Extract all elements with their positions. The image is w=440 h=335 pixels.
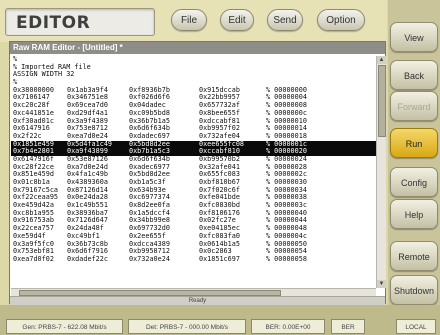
table-row[interactable]: 0xea7d0f02 0xdadef22c 0x732a0e24 0x1851c697… xyxy=(11,254,376,264)
status-bar: Gen: PRBS-7 - 622.08 Mbit/s Det: PRBS-7 … xyxy=(0,305,440,335)
table-row[interactable]: 0xc441851e 0xd29df4a1 0xc09b5bd8 0x8bee655f… xyxy=(11,109,376,118)
detector-status: Det: PRBS-7 - 000.00 Mbit/s xyxy=(128,319,246,334)
edit-button[interactable]: Edit xyxy=(220,9,254,31)
table-row[interactable]: 0xf22ceaa95 0x0e24da28 0xc6977374 0xfe041bd… xyxy=(11,194,376,202)
address-comment: % 00000058 xyxy=(266,254,307,263)
status-text: Ready xyxy=(10,296,385,305)
editor-text-area[interactable]: % % Imported RAM file ASSIGN WIDTH 32 % … xyxy=(11,56,376,288)
scroll-down-icon[interactable]: ▼ xyxy=(377,280,386,288)
table-row[interactable]: 0xf30ad01c 0x3a9f4389 0x36b7b1a5 0xdccabf81… xyxy=(11,117,376,126)
view-button[interactable]: View xyxy=(390,22,438,52)
table-row[interactable]: 0xe459d42a 0x1c49b551 0x8d2ee0fa 0xfc0830bd… xyxy=(11,201,376,210)
table-row[interactable]: 0x916753ab 0x7126d647 0x34bb99e8 0x02fc27e%… xyxy=(11,217,376,225)
ber-indicator: BER xyxy=(331,319,365,334)
table-row[interactable]: 0xc20c28f 0x69cea7d0 0x04dadec 0x657732af% … xyxy=(11,101,376,110)
table-row[interactable]: 0x7b4e2801 0xa9f43899 0xb7b1a5c3 0xccabf810… xyxy=(11,148,376,156)
scroll-thumb[interactable] xyxy=(378,65,386,137)
run-button[interactable]: Run xyxy=(390,128,438,158)
hex-word: 0x1851c697 xyxy=(199,254,240,263)
table-row[interactable]: 0x3a9f5fc0 0x36b73c8b 0xdcca4389 0x0614b1a5… xyxy=(11,240,376,249)
table-row[interactable]: 0x753ebf81 0x6d6f7916 0xb9958712 0x0c2863% … xyxy=(11,247,376,256)
help-button[interactable]: Help xyxy=(390,199,438,229)
sidebar: View Back Forward Run Config Help Remote… xyxy=(388,0,440,335)
table-row[interactable]: 0x6147916 0x753e8712 0x6d6f634b 0xb9957f02%… xyxy=(11,124,376,133)
hex-word: 0xea7d0f02 xyxy=(13,254,54,263)
top-toolbar: EDITOR File Edit Send Option xyxy=(0,0,387,42)
generator-status: Gen: PRBS-7 - 622.08 Mbit/s xyxy=(6,319,123,334)
forward-button[interactable]: Forward xyxy=(390,91,438,121)
vertical-scrollbar[interactable]: ▲ ▼ xyxy=(376,56,386,288)
file-button[interactable]: File xyxy=(171,9,207,31)
back-button[interactable]: Back xyxy=(390,60,438,90)
local-indicator: LOCAL xyxy=(396,319,436,334)
send-button[interactable]: Send xyxy=(267,9,303,31)
config-button[interactable]: Config xyxy=(390,167,438,197)
horizontal-scrollbar[interactable] xyxy=(11,288,376,296)
table-row[interactable]: 0x2f22c 0xea7d0e24 0xdadec697 0x732afe04% 0… xyxy=(11,132,376,141)
option-button[interactable]: Option xyxy=(317,9,365,31)
table-row[interactable]: 0x22cea757 0x24da48f 0x697732d0 0xe04185ec%… xyxy=(11,224,376,233)
table-row[interactable]: 0xc8b1a955 0x38936ba7 0x1a5dccf4 0xf8106176… xyxy=(11,209,376,218)
ber-value: BER: 0.00E+00 xyxy=(251,319,325,334)
table-row[interactable]: 0x7106147 0x346751e8 0xf026d6f6 0x22bb9957%… xyxy=(11,94,376,102)
scroll-up-icon[interactable]: ▲ xyxy=(377,56,386,64)
remote-button[interactable]: Remote xyxy=(390,241,438,271)
table-row[interactable]: 0x6147916f 0x53e87126 0x6d6f634b 0xb99570b2… xyxy=(11,155,376,164)
editor-title: EDITOR xyxy=(5,8,155,36)
panel-title: Raw RAM Editor - [Untitled] * xyxy=(10,42,385,54)
hex-word: 0x732a0e24 xyxy=(129,254,170,263)
table-row[interactable]: 0xc28f22ce 0xa7d0e24d 0xadec6977 0x32afe041… xyxy=(11,163,376,172)
header-line: ASSIGN WIDTH 32 xyxy=(13,70,75,79)
table-row[interactable]: 0x38000000 0x1ab3a9f4 0xf8936b7b 0x915dccab… xyxy=(11,86,376,95)
shutdown-button[interactable]: Shutdown xyxy=(390,275,438,305)
hex-word: 0xdadef22c xyxy=(67,254,108,263)
table-row[interactable]: 0x1851e459 0x5d4fa1c49 0x5bd8d2ee 0xee655fc… xyxy=(11,140,376,149)
table-row[interactable]: 0x01c8b1a 0x4389360a 0xb1a5c3f 0xbf810b67% … xyxy=(11,178,376,187)
table-row[interactable]: 0x851e459d 0x4fa1c49b 0x5bd8d2ee 0x655fc083… xyxy=(11,171,376,179)
header-line: % xyxy=(13,78,18,87)
ram-editor-panel: Raw RAM Editor - [Untitled] * % % Import… xyxy=(9,41,386,305)
table-row[interactable]: 0xe59d4f 0xc49bf1 0x2ee655f 0xfc083fa0% 000… xyxy=(11,232,376,241)
table-row[interactable]: 0x79167c5ca 0x87126d14 0x634b93e 0x7f020c6f… xyxy=(11,186,376,195)
